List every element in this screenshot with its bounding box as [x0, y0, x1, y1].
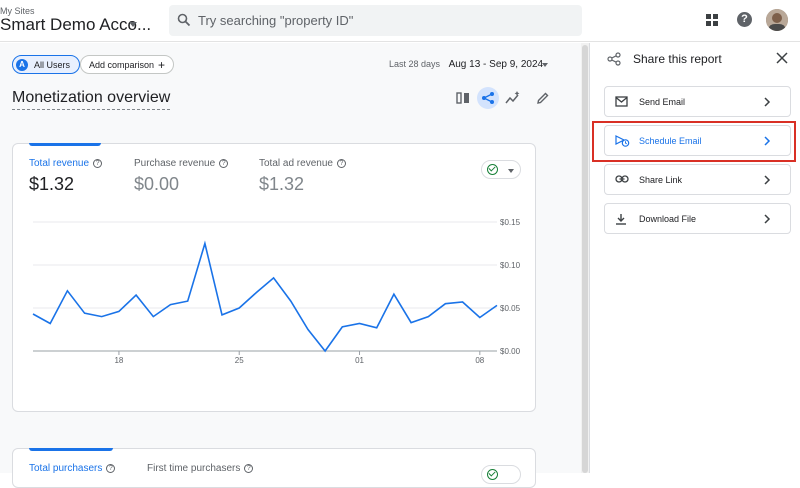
metric-label: Total ad revenue	[259, 158, 333, 169]
data-quality-status[interactable]	[481, 160, 521, 179]
insights-icon	[505, 91, 520, 104]
page-title[interactable]: Monetization overview	[12, 89, 171, 110]
option-label: Send Email	[639, 97, 686, 107]
metric-label: First time purchasers	[147, 463, 241, 474]
share-link-option[interactable]: Share Link	[604, 164, 791, 195]
series-line-total-revenue	[32, 240, 498, 353]
metric-purchase-revenue[interactable]: Purchase revenue?	[134, 158, 229, 169]
insights-button[interactable]	[502, 87, 524, 109]
option-label: Share Link	[639, 175, 683, 185]
download-icon	[616, 214, 626, 225]
chart-grid	[33, 221, 497, 352]
revenue-card: Total revenue? $1.32 Purchase revenue? $…	[12, 143, 536, 412]
search-icon	[177, 13, 191, 27]
metric-label: Total purchasers	[29, 463, 103, 474]
x-tick-label: 08	[475, 356, 484, 364]
chart-x-axis: 18Aug2501Sep08	[114, 351, 485, 364]
metric-total-purchasers[interactable]: Total purchasers?	[29, 463, 116, 474]
search-bar[interactable]: Try searching "property ID"	[169, 5, 582, 36]
option-label: Download File	[639, 214, 697, 224]
check-circle-icon	[487, 164, 498, 175]
avatar[interactable]	[766, 9, 788, 31]
all-users-label: All Users	[34, 59, 71, 70]
x-tick-label: 25	[235, 356, 244, 364]
metric-value: $1.32	[259, 174, 305, 194]
compare-columns-icon	[456, 92, 469, 104]
help-circle-icon[interactable]: ?	[219, 158, 229, 168]
compare-columns-button[interactable]	[452, 87, 474, 109]
help-circle-icon[interactable]: ?	[336, 158, 346, 168]
scrollbar-thumb[interactable]	[582, 45, 588, 473]
chevron-down-icon	[508, 169, 514, 173]
y-tick-label: $0.05	[500, 304, 521, 313]
y-tick-label: $0.10	[500, 261, 521, 270]
edit-report-button[interactable]	[532, 87, 554, 109]
avatar-photo-icon	[766, 9, 788, 31]
metric-first-time-purchasers[interactable]: First time purchasers?	[147, 463, 254, 474]
add-comparison-label: Add comparison	[89, 59, 155, 70]
metric-total-ad-revenue[interactable]: Total ad revenue?	[259, 158, 346, 169]
chevron-right-icon	[764, 214, 771, 224]
search-input[interactable]: Try searching "property ID"	[198, 13, 353, 28]
check-circle-icon	[487, 469, 498, 480]
help-circle-icon[interactable]: ?	[244, 463, 254, 473]
share-icon	[607, 52, 621, 66]
chart-y-axis: $0.00 $0.05 $0.10 $0.15	[500, 218, 521, 356]
apps-grid-icon[interactable]	[706, 14, 718, 26]
date-range-value: Aug 13 - Sep 9, 2024	[448, 59, 544, 70]
x-tick-label: 01	[355, 356, 364, 364]
y-tick-label: $0.00	[500, 347, 521, 356]
all-users-chip[interactable]: A All Users	[12, 55, 81, 74]
download-file-option[interactable]: Download File	[604, 203, 791, 234]
share-report-button[interactable]	[477, 87, 499, 109]
chevron-right-icon	[764, 97, 771, 107]
link-icon	[615, 175, 629, 183]
main-scrollbar[interactable]	[581, 43, 589, 473]
revenue-line-chart: $0.00$0.05$0.10$0.15 18Aug2501Sep08	[32, 218, 521, 364]
top-bar: My Sites Smart Demo Acco... Try searchin…	[0, 0, 800, 42]
x-tick-label: 18	[114, 356, 123, 364]
metric-value: $0.00	[134, 174, 180, 194]
y-tick-label: $0.15	[500, 218, 521, 227]
plus-icon: +	[158, 57, 166, 72]
purchasers-card: Total purchasers? First time purchasers?	[12, 448, 536, 488]
metric-label: Total revenue	[29, 158, 90, 169]
date-range-label: Last 28 days	[389, 59, 441, 69]
selected-metric-indicator	[29, 143, 101, 146]
close-icon[interactable]	[776, 52, 788, 64]
share-panel-title: Share this report	[633, 52, 722, 66]
help-circle-icon[interactable]: ?	[93, 158, 103, 168]
selected-metric-indicator	[29, 448, 113, 451]
help-icon[interactable]: ?	[737, 12, 752, 27]
send-email-option[interactable]: Send Email	[604, 86, 791, 117]
date-range-picker[interactable]: Last 28 days Aug 13 - Sep 9, 2024	[389, 59, 543, 70]
metric-total-revenue[interactable]: Total revenue?	[29, 158, 103, 169]
chevron-right-icon	[764, 175, 771, 185]
data-quality-status[interactable]	[481, 465, 521, 484]
mail-icon	[615, 96, 628, 107]
help-circle-icon[interactable]: ?	[106, 463, 116, 473]
share-icon	[482, 92, 494, 104]
site-picker-caret-icon[interactable]	[129, 22, 137, 27]
share-panel: Share this report Send Email Schedule Em…	[589, 43, 800, 473]
date-range-caret-icon[interactable]	[542, 63, 548, 67]
schedule-email-highlight	[592, 121, 796, 162]
all-users-badge: A	[16, 58, 28, 71]
metric-value: $1.32	[29, 174, 75, 194]
add-comparison-button[interactable]: Add comparison +	[80, 55, 175, 74]
metric-label: Purchase revenue	[134, 158, 216, 169]
edit-pencil-icon	[537, 92, 549, 104]
